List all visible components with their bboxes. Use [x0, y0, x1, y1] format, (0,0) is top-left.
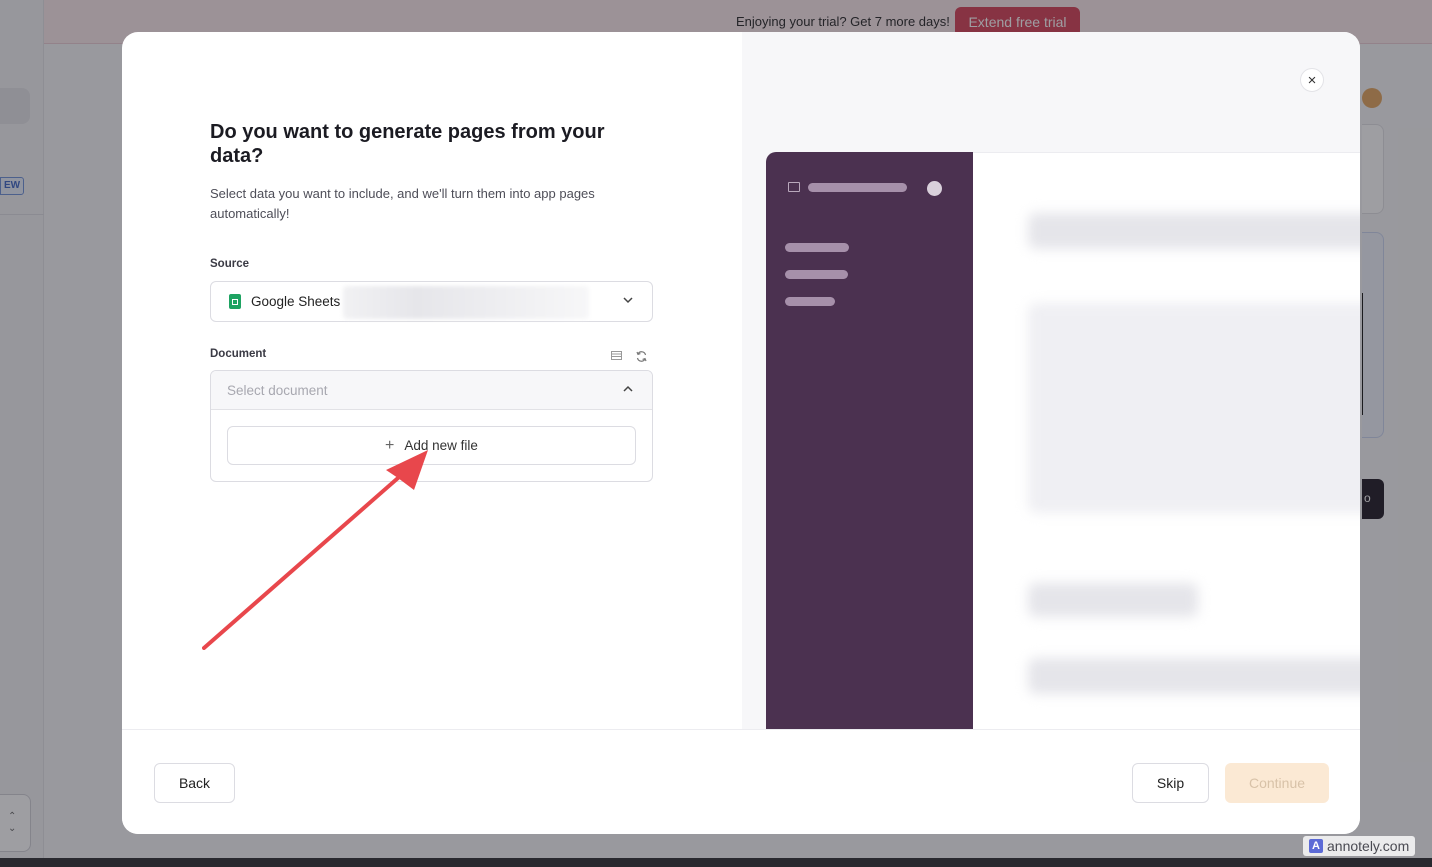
- chevron-down-icon: [622, 294, 634, 309]
- blurred-account-info: [343, 286, 589, 319]
- source-value: Google Sheets: [251, 294, 341, 309]
- continue-button[interactable]: Continue: [1225, 763, 1329, 803]
- modal-footer: Back Skip Continue: [122, 729, 1360, 834]
- chevron-up-icon: [622, 383, 634, 398]
- preview-pane: [742, 32, 1360, 729]
- preview-nav-item: [785, 270, 848, 279]
- preview-sidebar-title: [808, 183, 907, 192]
- preview-avatar: [927, 181, 942, 196]
- document-placeholder: Select document: [227, 383, 328, 398]
- table-icon[interactable]: [611, 351, 622, 365]
- preview-blur-block: [1028, 213, 1360, 249]
- watermark: A annotely.com: [1303, 836, 1416, 856]
- preview-blur-block: [1028, 583, 1198, 617]
- google-sheets-icon: [229, 294, 241, 309]
- document-tools: [611, 351, 647, 365]
- watermark-text: annotely.com: [1327, 838, 1410, 854]
- modal-title: Do you want to generate pages from your …: [210, 121, 605, 167]
- document-select[interactable]: Select document: [211, 371, 652, 410]
- preview-sidebar: [766, 152, 973, 729]
- preview-nav-item: [785, 243, 849, 252]
- document-label: Document: [210, 348, 267, 360]
- close-button[interactable]: ×: [1300, 68, 1324, 92]
- preview-blur-block: [1028, 658, 1360, 694]
- modal-form-pane: Do you want to generate pages from your …: [122, 32, 742, 729]
- image-icon: [788, 182, 800, 192]
- skip-button[interactable]: Skip: [1132, 763, 1209, 803]
- modal-subtitle: Select data you want to include, and we'…: [210, 186, 595, 221]
- refresh-icon[interactable]: [636, 351, 647, 365]
- preview-nav-item: [785, 297, 835, 306]
- generate-pages-modal: Do you want to generate pages from your …: [122, 32, 1360, 834]
- source-label: Source: [210, 258, 249, 270]
- preview-main: [973, 152, 1360, 729]
- preview-blur-block: [1028, 303, 1360, 513]
- annotely-logo-icon: A: [1309, 839, 1323, 853]
- back-button[interactable]: Back: [154, 763, 235, 803]
- close-icon: ×: [1307, 71, 1317, 89]
- annotation-arrow: [202, 450, 428, 650]
- source-select[interactable]: Google Sheets: [210, 281, 653, 322]
